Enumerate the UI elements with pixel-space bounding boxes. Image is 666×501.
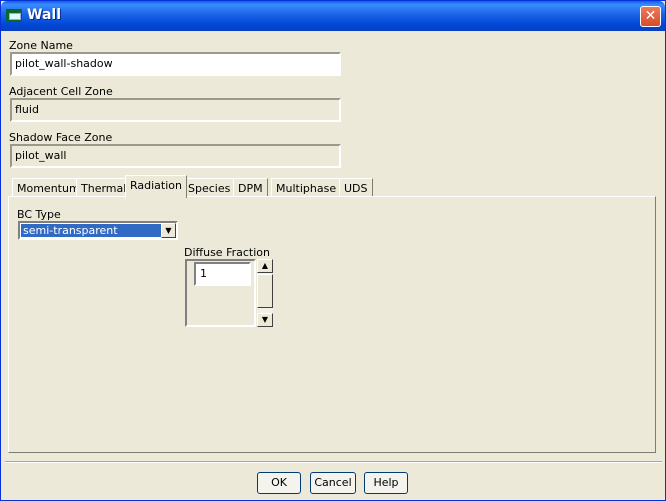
- bc-type-value: semi-transparent: [21, 224, 163, 237]
- shadow-face-zone-label: Shadow Face Zone: [9, 131, 113, 144]
- adjacent-cell-zone-label: Adjacent Cell Zone: [9, 85, 113, 98]
- tab-momentum[interactable]: Momentum: [12, 178, 85, 196]
- zone-name-label: Zone Name: [9, 39, 73, 52]
- cancel-button[interactable]: Cancel: [310, 472, 356, 494]
- tab-species[interactable]: Species: [183, 178, 236, 196]
- tab-uds[interactable]: UDS: [339, 178, 373, 196]
- close-button[interactable]: ✕: [640, 6, 661, 27]
- tab-dpm[interactable]: DPM: [233, 178, 268, 196]
- shadow-face-zone-field: pilot_wall: [10, 144, 341, 168]
- tab-thermal[interactable]: Thermal: [76, 178, 132, 196]
- tab-radiation[interactable]: Radiation: [125, 175, 187, 198]
- help-button[interactable]: Help: [364, 472, 408, 494]
- diffuse-fraction-input[interactable]: 1: [194, 262, 251, 286]
- title-bar[interactable]: Wall ✕: [1, 1, 665, 31]
- bc-type-label: BC Type: [17, 208, 61, 221]
- diffuse-fraction-scrollbar[interactable]: ▲ ▼: [257, 259, 273, 327]
- ok-button[interactable]: OK: [257, 472, 301, 494]
- scroll-down-icon[interactable]: ▼: [257, 313, 273, 327]
- scroll-up-icon[interactable]: ▲: [257, 259, 273, 273]
- app-icon: [6, 9, 22, 22]
- window-title: Wall: [27, 7, 61, 23]
- bc-type-dropdown[interactable]: semi-transparent ▼: [18, 221, 178, 240]
- diffuse-fraction-label: Diffuse Fraction: [184, 246, 270, 259]
- tab-multiphase[interactable]: Multiphase: [271, 178, 342, 196]
- chevron-down-icon[interactable]: ▼: [161, 223, 176, 238]
- footer-separator: [5, 461, 662, 463]
- adjacent-cell-zone-field: fluid: [10, 98, 341, 122]
- wall-dialog: Wall ✕ Zone Name pilot_wall-shadow Adjac…: [0, 0, 666, 501]
- zone-name-input[interactable]: pilot_wall-shadow: [10, 52, 341, 76]
- scroll-thumb[interactable]: [257, 274, 273, 308]
